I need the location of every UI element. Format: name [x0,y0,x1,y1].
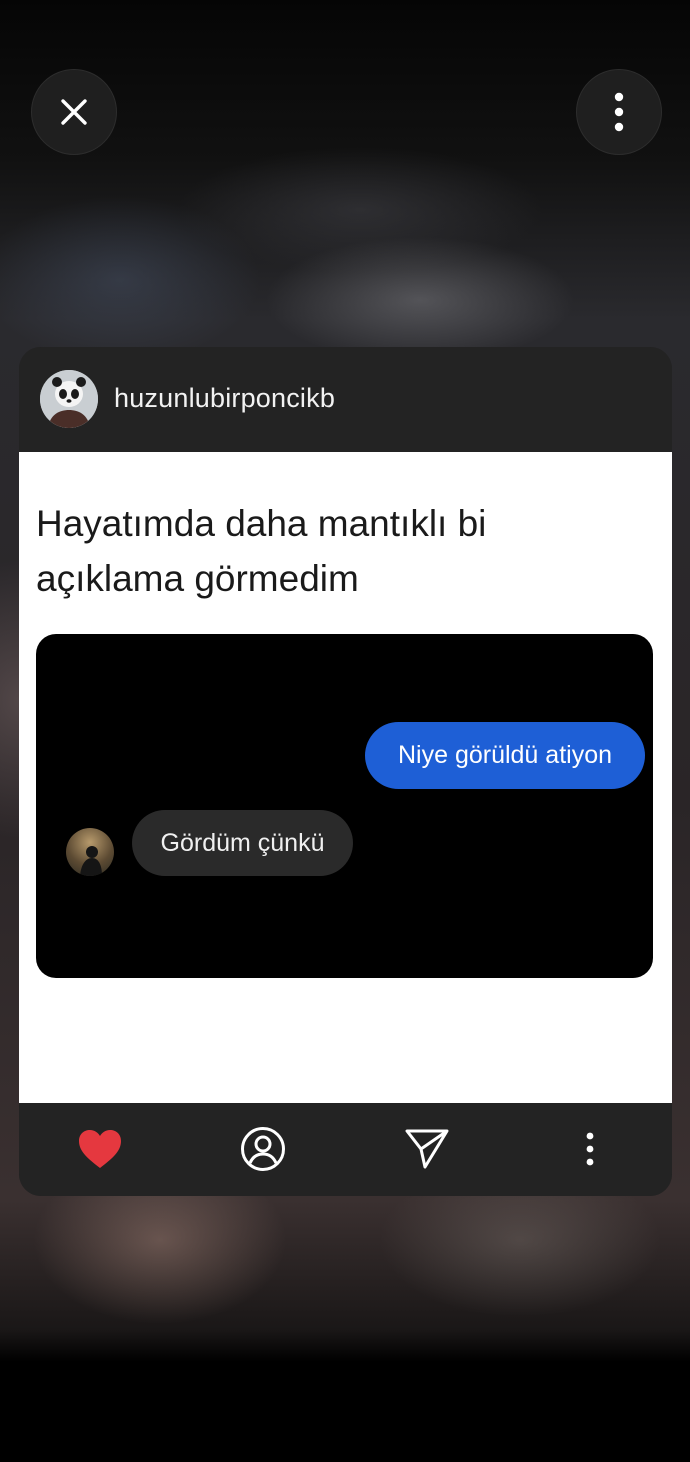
post-header: huzunlubirponcikb [19,347,672,452]
post-action-bar [19,1103,672,1196]
more-vertical-icon [614,92,624,132]
outgoing-message-bubble: Niye görüldü atiyon [365,722,645,789]
user-avatar[interactable] [40,370,98,428]
like-button[interactable] [70,1119,130,1179]
send-icon [405,1129,449,1169]
post-card: huzunlubirponcikb Hayatımda daha mantıkl… [19,347,672,1196]
more-vertical-icon [586,1132,594,1166]
share-button[interactable] [397,1119,457,1179]
incoming-message-bubble: Gördüm çünkü [132,810,353,876]
close-button[interactable] [31,69,117,155]
heart-icon [79,1130,121,1168]
profile-button[interactable] [233,1119,293,1179]
panda-avatar [40,370,98,428]
post-image: Hayatımda daha mantıklı bi açıklama görm… [19,452,672,1103]
more-options-button[interactable] [576,69,662,155]
username[interactable]: huzunlubirponcikb [114,383,335,414]
post-caption: Hayatımda daha mantıklı bi açıklama görm… [36,503,487,599]
profile-icon [241,1127,285,1171]
close-icon [61,99,87,125]
chat-screenshot: Niye görüldü atiyon Gördüm çünkü [36,634,653,978]
chat-contact-avatar [66,828,114,876]
more-options-post-button[interactable] [560,1119,620,1179]
